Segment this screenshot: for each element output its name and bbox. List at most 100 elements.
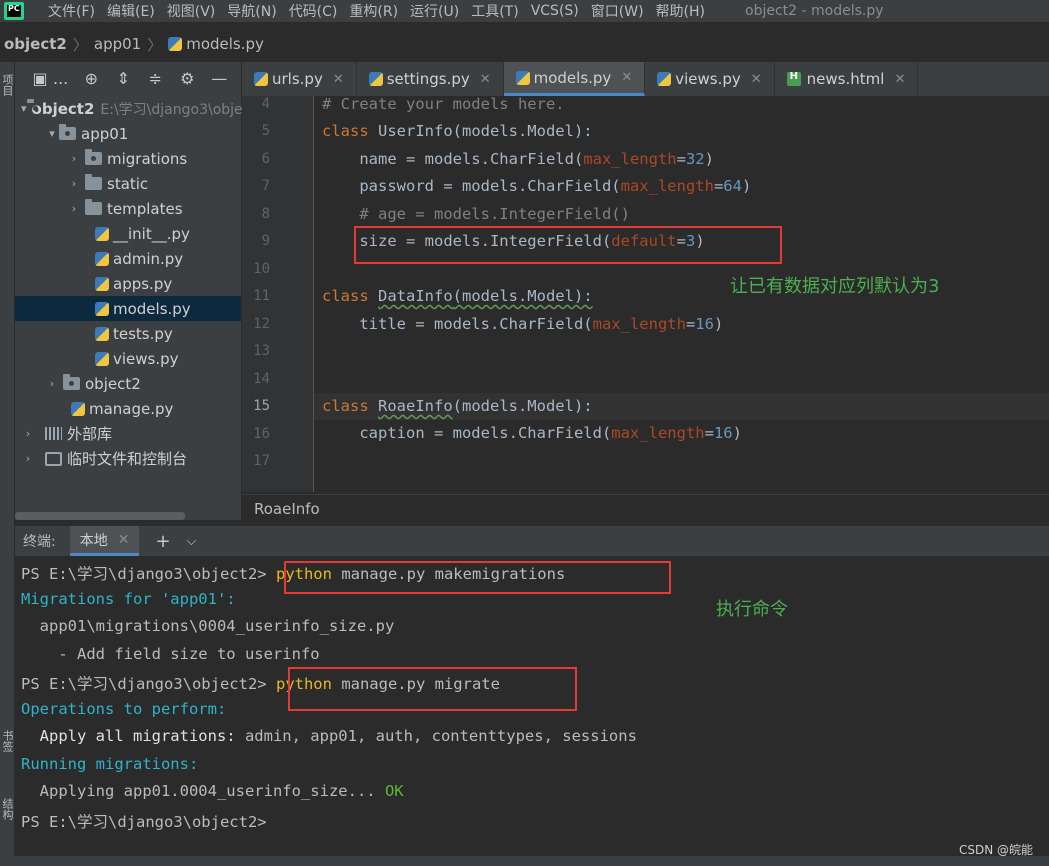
tree-item-admin-py[interactable]: admin.py [15,246,241,271]
project-view-icon[interactable]: ▣ [31,69,49,88]
terminal-line: - Add field size to userinfo [21,645,320,663]
close-icon[interactable]: ✕ [894,72,905,87]
tab-settings-py[interactable]: settings.py ✕ [357,62,504,96]
tool-window-project[interactable]: 项目 [0,74,15,96]
library-icon [45,427,62,440]
tree-item-tests-py[interactable]: tests.py [15,321,241,346]
code-line-4: # Create your models here. [322,96,565,113]
tree-item-migrations[interactable]: › migrations [15,146,241,171]
menu-edit[interactable]: 编辑(E) [107,1,155,21]
tree-item-static[interactable]: › static [15,171,241,196]
python-file-icon [515,70,530,85]
status-bar [0,856,1049,866]
menu-bar: PC 文件(F) 编辑(E) 视图(V) 导航(N) 代码(C) 重构(R) 运… [0,0,1049,22]
line-number: 7 [261,178,270,194]
tree-item-object2-root[interactable]: ▾ object2 E:\学习\django3\object2 [15,96,265,121]
chevron-right-icon[interactable]: › [21,452,35,465]
chevron-down-icon[interactable]: ▾ [21,102,27,115]
line-number: 10 [253,261,270,277]
code-line-15: class RoaeInfo(models.Model): [322,397,593,415]
menu-help[interactable]: 帮助(H) [656,1,705,21]
code-line-12: title = models.CharField(max_length=16) [322,315,724,333]
tree-item-models-py[interactable]: models.py [15,296,241,321]
code-line-6: name = models.CharField(max_length=32) [322,150,714,168]
tree-item-views-py[interactable]: views.py [15,346,241,371]
tree-item-templates[interactable]: › templates [15,196,241,221]
chevron-right-icon[interactable]: › [45,377,59,390]
expand-all-icon[interactable]: ⇕ [114,69,132,88]
breadcrumb-project[interactable]: object2 [4,35,67,53]
python-file-icon [95,326,109,341]
folder-icon [85,199,102,215]
menu-window[interactable]: 窗口(W) [591,1,644,21]
terminal-tab-local[interactable]: 本地 ✕ [69,526,140,556]
gear-icon[interactable]: ⚙ [178,69,196,88]
chevron-right-icon[interactable]: › [67,202,81,215]
code-line-5: class UserInfo(models.Model): [322,122,593,140]
editor-tab-bar: urls.py ✕ settings.py ✕ models.py ✕ view… [242,62,1049,96]
tree-item-init-py[interactable]: __init__.py [15,221,241,246]
tool-window-structure[interactable]: 结构 [0,798,15,820]
hide-panel-icon[interactable]: — [210,69,228,88]
menu-view[interactable]: 视图(V) [167,1,216,21]
tab-views-py[interactable]: views.py ✕ [645,62,775,96]
line-number: 14 [253,371,270,387]
chevron-right-icon[interactable]: › [67,177,81,190]
menu-tools[interactable]: 工具(T) [471,1,518,21]
close-icon[interactable]: ✕ [621,70,632,85]
tree-item-apps-py[interactable]: apps.py [15,271,241,296]
menu-navigate[interactable]: 导航(N) [227,1,276,21]
line-number: 11 [253,288,270,304]
menu-file[interactable]: 文件(F) [48,1,95,21]
tool-window-bookmarks[interactable]: 书签 [0,730,15,752]
folder-icon [59,124,76,140]
python-file-icon [657,72,672,86]
breadcrumb-app01[interactable]: app01 [94,35,141,53]
menu-refactor[interactable]: 重构(R) [349,1,398,21]
project-toolbar: ▣ ... ⊕ ⇕ ≑ ⚙ — [15,62,241,94]
locate-file-icon[interactable]: ⊕ [82,69,100,88]
close-icon[interactable]: ✕ [480,72,491,87]
add-terminal-icon[interactable]: + [155,531,170,552]
menu-run[interactable]: 运行(U) [410,1,459,21]
editor-footer-breadcrumb[interactable]: RoaeInfo [242,494,1049,520]
chevron-down-icon[interactable]: ▾ [45,127,59,140]
terminal-line: Apply all migrations: admin, app01, auth… [21,727,637,745]
breadcrumb-models[interactable]: models.py [186,35,264,53]
tab-news-html[interactable]: news.html ✕ [775,62,919,96]
breadcrumb: object2 〉 app01 〉 models.py [0,30,1049,58]
annotation-box-size-field [354,226,782,264]
window-title: object2 - models.py [745,3,884,19]
tree-item-external-libraries[interactable]: › 外部库 [15,421,241,446]
tab-models-py[interactable]: models.py ✕ [503,62,646,96]
menu-vcs[interactable]: VCS(S) [531,3,579,19]
scratches-icon [45,451,62,466]
folder-icon [85,149,102,165]
chevron-down-icon[interactable]: ⌵ [187,534,197,549]
python-file-icon [168,37,183,51]
tree-item-object2-inner[interactable]: › object2 [15,371,241,396]
chevron-right-icon[interactable]: › [21,427,35,440]
line-number: 6 [261,151,270,167]
line-number: 12 [253,316,270,332]
html-file-icon [786,71,801,86]
chevron-right-icon[interactable]: › [67,152,81,165]
project-view-dots[interactable]: ... [53,69,68,88]
close-icon[interactable]: ✕ [118,532,130,548]
tree-item-app01[interactable]: ▾ app01 [15,121,241,146]
tree-scrollbar[interactable] [15,512,185,520]
tree-item-manage-py[interactable]: manage.py [15,396,241,421]
tree-item-scratches[interactable]: › 临时文件和控制台 [15,446,241,471]
menu-code[interactable]: 代码(C) [289,1,338,21]
code-line-16: caption = models.CharField(max_length=16… [322,424,742,442]
tab-urls-py[interactable]: urls.py ✕ [242,62,357,96]
terminal-line: Operations to perform: [21,700,227,718]
python-file-icon [95,226,109,241]
terminal-line: Migrations for 'app01': [21,590,236,608]
close-icon[interactable]: ✕ [333,72,344,87]
close-icon[interactable]: ✕ [751,72,762,87]
terminal-title: 终端: [23,534,56,550]
collapse-all-icon[interactable]: ≑ [146,69,164,88]
python-file-icon [71,401,85,416]
code-line-8: # age = models.IntegerField() [322,205,630,223]
